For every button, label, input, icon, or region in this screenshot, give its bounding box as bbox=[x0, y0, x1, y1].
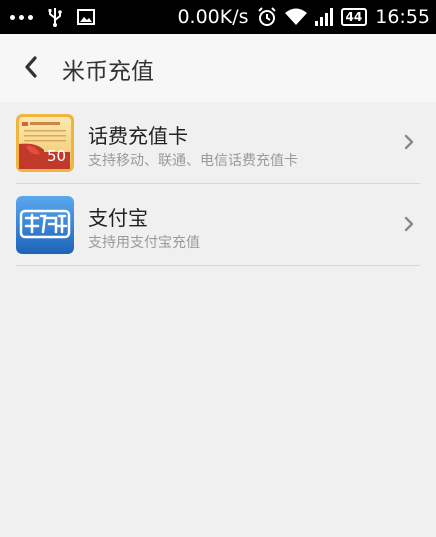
chevron-left-icon bbox=[25, 56, 37, 78]
clock: 16:55 bbox=[375, 6, 430, 28]
payment-method-list: 50 话费充值卡 支持移动、联通、电信话费充值卡 支付宝 支持用支付宝充值 bbox=[0, 102, 436, 266]
signal-icon bbox=[314, 8, 333, 26]
network-speed: 0.00K/s bbox=[177, 6, 249, 28]
divider bbox=[16, 265, 420, 266]
status-bar-right: 0.00K/s 44 16:55 bbox=[177, 0, 430, 34]
app-bar: 米币充值 bbox=[0, 34, 436, 102]
image-icon bbox=[77, 9, 95, 25]
list-item-phone-card[interactable]: 50 话费充值卡 支持移动、联通、电信话费充值卡 bbox=[0, 102, 436, 184]
item-title: 话费充值卡 bbox=[88, 124, 188, 148]
page-title: 米币充值 bbox=[62, 59, 154, 85]
more-dots-icon bbox=[10, 14, 33, 20]
status-bar-left bbox=[10, 0, 95, 34]
phone-card-icon: 50 bbox=[16, 114, 74, 172]
wifi-icon bbox=[284, 8, 307, 26]
chevron-right-icon bbox=[404, 216, 414, 232]
card-value-label: 50 bbox=[47, 147, 67, 165]
chevron-right-icon bbox=[404, 134, 414, 150]
status-bar: 0.00K/s 44 16:55 bbox=[0, 0, 436, 34]
item-subtitle: 支持用支付宝充值 bbox=[88, 235, 200, 251]
battery-icon: 44 bbox=[340, 8, 368, 26]
item-title: 支付宝 bbox=[88, 206, 148, 230]
list-item-alipay[interactable]: 支付宝 支持用支付宝充值 bbox=[0, 184, 436, 266]
back-button[interactable] bbox=[14, 50, 48, 84]
alipay-icon bbox=[16, 196, 74, 254]
alarm-icon bbox=[257, 7, 277, 27]
item-subtitle: 支持移动、联通、电信话费充值卡 bbox=[88, 153, 298, 169]
usb-icon bbox=[47, 7, 63, 27]
